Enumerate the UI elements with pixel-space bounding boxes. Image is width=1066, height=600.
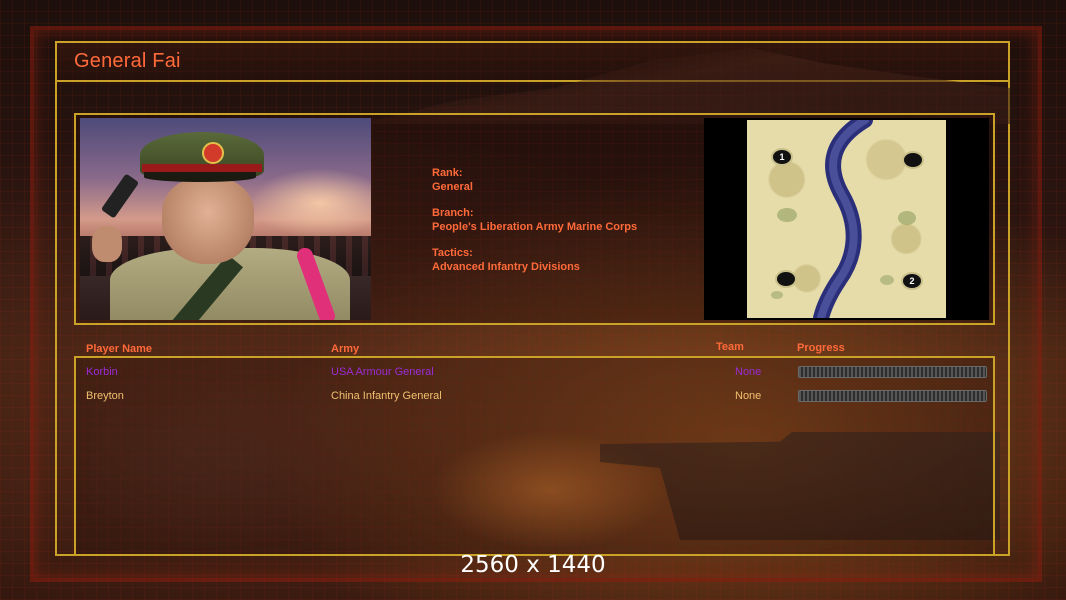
general-portrait bbox=[80, 118, 371, 320]
player-progress-bar bbox=[798, 390, 987, 402]
header-player-name: Player Name bbox=[86, 343, 153, 355]
tactics-label: Tactics: bbox=[432, 247, 473, 259]
player-team: None bbox=[735, 390, 762, 402]
branch-label: Branch: bbox=[432, 207, 474, 219]
player-name: Korbin bbox=[86, 366, 118, 378]
resolution-label: 2560 x 1440 bbox=[460, 552, 606, 578]
player-team: None bbox=[735, 366, 762, 378]
star-badge-icon bbox=[202, 142, 224, 164]
map-preview: 1 2 bbox=[747, 120, 946, 318]
tactics-value: Advanced Infantry Divisions bbox=[432, 261, 580, 273]
general-title: General Fai bbox=[74, 50, 181, 72]
rank-value: General bbox=[432, 181, 473, 193]
start-position-empty bbox=[775, 270, 797, 288]
players-panel bbox=[74, 356, 995, 556]
start-position-2: 2 bbox=[901, 272, 923, 290]
pistol-icon bbox=[100, 173, 140, 219]
header-team: Team bbox=[716, 341, 744, 353]
player-row: Korbin USA Armour General None bbox=[0, 366, 1066, 382]
branch-value: People's Liberation Army Marine Corps bbox=[432, 221, 638, 233]
player-row: Breyton China Infantry General None bbox=[0, 390, 1066, 406]
header-progress: Progress bbox=[797, 342, 845, 354]
player-progress-bar bbox=[798, 366, 987, 378]
player-name: Breyton bbox=[86, 390, 124, 402]
player-army: China Infantry General bbox=[331, 390, 442, 402]
header-army: Army bbox=[331, 343, 360, 355]
rank-label: Rank: bbox=[432, 167, 463, 179]
start-position-empty bbox=[902, 151, 924, 169]
general-details: Rank: General Branch: People's Liberatio… bbox=[432, 166, 637, 286]
player-army: USA Armour General bbox=[331, 366, 434, 378]
start-position-1: 1 bbox=[771, 148, 793, 166]
